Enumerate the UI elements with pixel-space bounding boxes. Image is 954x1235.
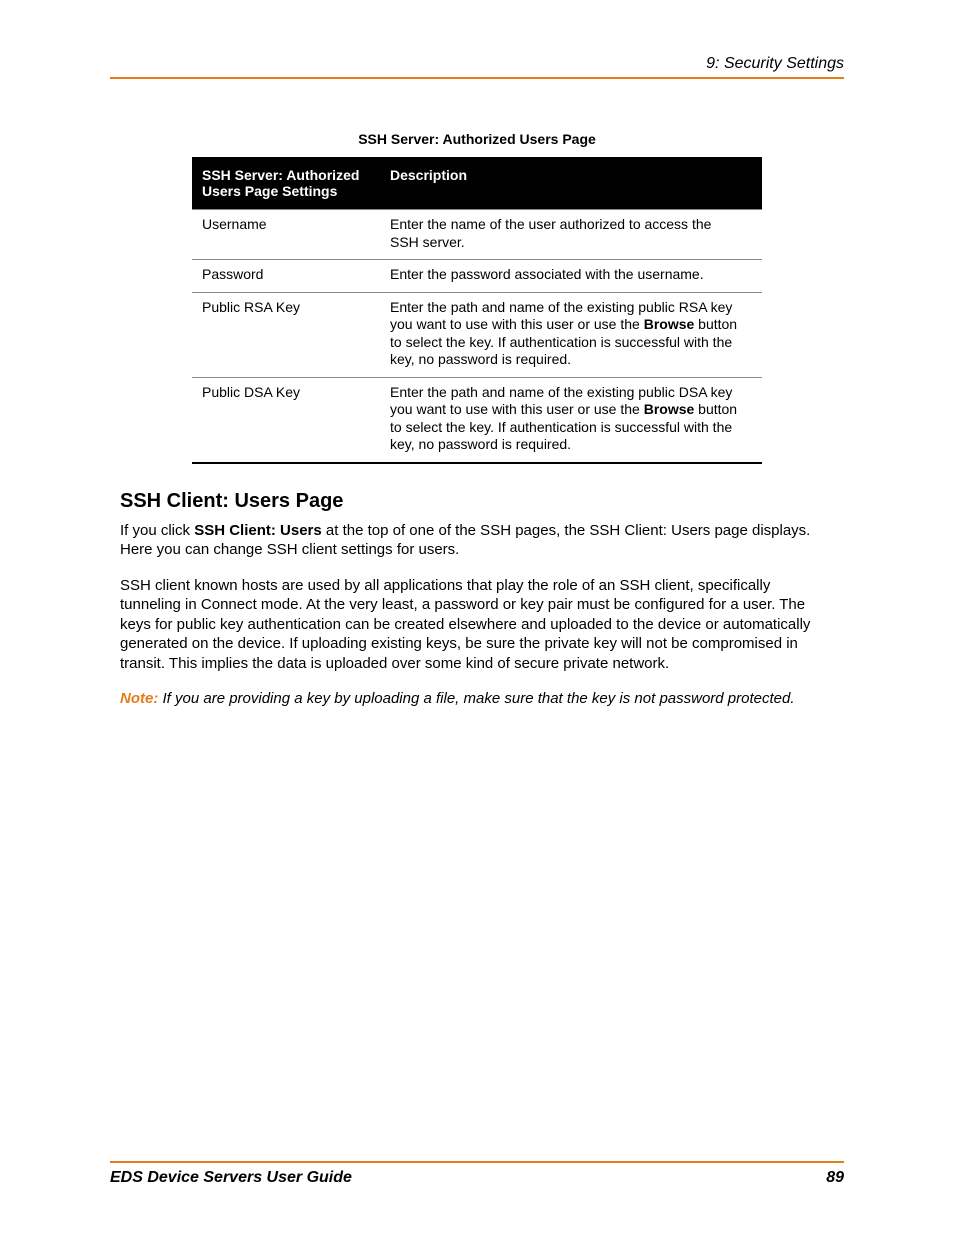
- header-rule: [110, 77, 844, 79]
- table-row: Password Enter the password associated w…: [192, 260, 762, 293]
- footer-rule: [110, 1161, 844, 1163]
- settings-table: SSH Server: Authorized Users Page Settin…: [192, 157, 762, 464]
- body-paragraph: SSH client known hosts are used by all a…: [120, 576, 834, 674]
- setting-desc: Enter the path and name of the existing …: [380, 292, 762, 377]
- table-caption: SSH Server: Authorized Users Page: [120, 131, 834, 147]
- setting-desc: Enter the path and name of the existing …: [380, 377, 762, 463]
- note-paragraph: Note: If you are providing a key by uplo…: [120, 689, 834, 709]
- note-label: Note:: [120, 690, 158, 707]
- footer-title: EDS Device Servers User Guide: [110, 1169, 352, 1187]
- table-head-description: Description: [380, 158, 762, 210]
- running-header: 9: Security Settings: [110, 55, 844, 73]
- intro-paragraph: If you click SSH Client: Users at the to…: [120, 521, 834, 560]
- setting-name: Public RSA Key: [192, 292, 380, 377]
- table-head-setting: SSH Server: Authorized Users Page Settin…: [192, 158, 380, 210]
- setting-desc: Enter the password associated with the u…: [380, 260, 762, 293]
- setting-name: Username: [192, 210, 380, 260]
- table-row: Username Enter the name of the user auth…: [192, 210, 762, 260]
- table-row: Public RSA Key Enter the path and name o…: [192, 292, 762, 377]
- setting-name: Password: [192, 260, 380, 293]
- setting-name: Public DSA Key: [192, 377, 380, 463]
- setting-desc: Enter the name of the user authorized to…: [380, 210, 762, 260]
- table-row: Public DSA Key Enter the path and name o…: [192, 377, 762, 463]
- page-number: 89: [826, 1169, 844, 1187]
- section-heading: SSH Client: Users Page: [120, 490, 834, 513]
